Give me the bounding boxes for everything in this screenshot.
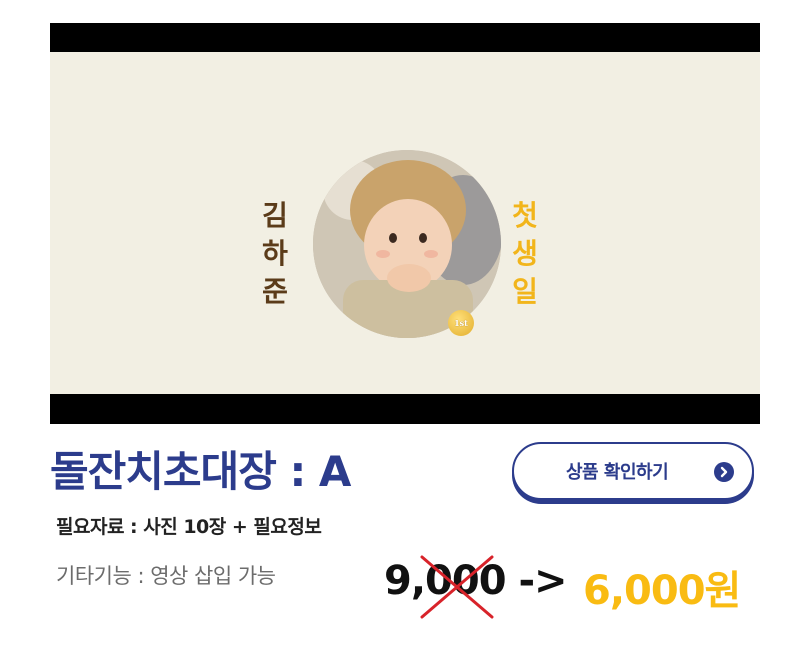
view-product-button[interactable]: 상품 확인하기: [512, 442, 754, 500]
name-char: 준: [262, 275, 288, 308]
name-char: 김: [262, 199, 288, 232]
extra-features: 기타기능 : 영상 삽입 가능: [56, 564, 276, 588]
title-char: 일: [512, 275, 538, 308]
original-price: 9,000 ->: [384, 558, 568, 604]
baby-photo: [313, 150, 501, 338]
title-char: 첫: [512, 199, 538, 232]
name-char: 하: [262, 237, 288, 270]
video-preview[interactable]: 김 하 준 1st 첫 생 일: [50, 23, 760, 424]
invitation-card: 김 하 준 1st 첫 생 일: [50, 52, 760, 394]
child-name-vertical: 김 하 준: [255, 197, 295, 311]
title-char: 생: [512, 237, 538, 270]
view-product-label: 상품 확인하기: [566, 462, 669, 483]
sale-price: 6,000원: [583, 568, 741, 614]
required-materials: 필요자료 : 사진 10장 + 필요정보: [56, 516, 322, 538]
product-title: 돌잔치초대장 : A: [50, 447, 351, 496]
chevron-right-circle-icon: [714, 462, 734, 482]
first-birthday-badge: 1st: [448, 310, 474, 336]
first-birthday-vertical: 첫 생 일: [505, 197, 545, 311]
baby-photo-illustration: [313, 150, 501, 338]
